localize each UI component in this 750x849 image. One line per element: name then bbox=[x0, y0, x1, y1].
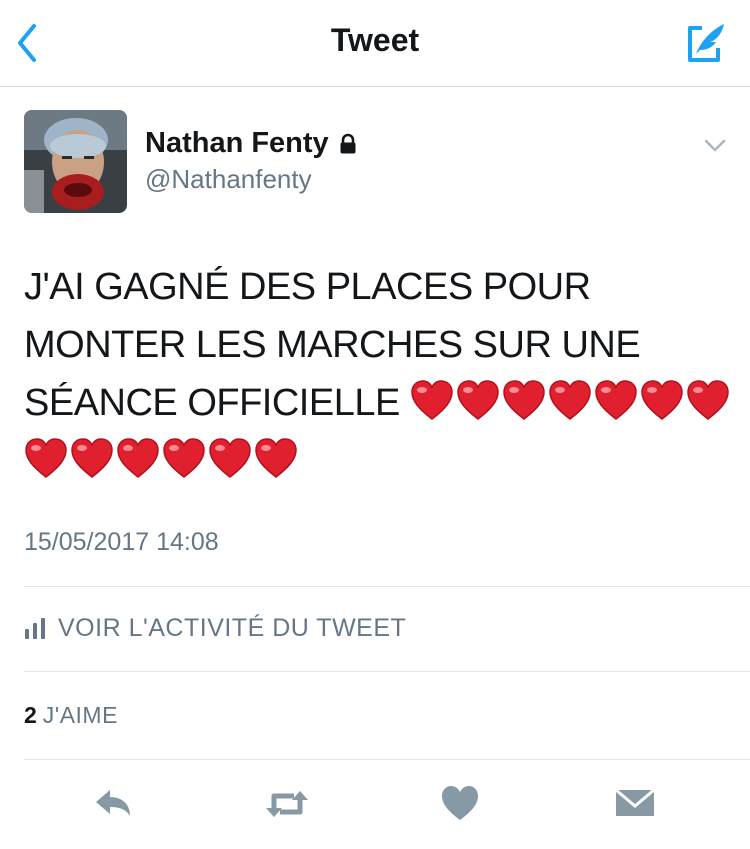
red-heart-emoji bbox=[687, 380, 729, 420]
red-heart-emoji bbox=[163, 438, 205, 478]
tweet-text: J'AI GAGNÉ DES PLACES POUR MONTER LES MA… bbox=[24, 258, 734, 490]
tweet-line: MONTER LES MARCHES SUR UNE bbox=[24, 324, 641, 366]
nav-bar: Tweet bbox=[0, 0, 750, 87]
heart-emoji-group bbox=[24, 432, 734, 490]
red-heart-emoji bbox=[25, 438, 67, 478]
red-heart-emoji bbox=[549, 380, 591, 420]
author-display-name[interactable]: Nathan Fenty bbox=[145, 127, 329, 160]
retweet-icon bbox=[266, 791, 308, 817]
author-handle[interactable]: @Nathanfenty bbox=[145, 164, 312, 195]
author-name-row: Nathan Fenty bbox=[145, 127, 357, 160]
page-title: Tweet bbox=[330, 22, 420, 58]
chevron-down-icon bbox=[704, 139, 726, 152]
red-heart-emoji bbox=[457, 380, 499, 420]
heart-emoji-group bbox=[410, 380, 732, 424]
likes-label: J'AIME bbox=[42, 702, 118, 728]
reply-icon bbox=[96, 790, 130, 816]
red-heart-emoji bbox=[209, 438, 251, 478]
compose-tweet-icon bbox=[688, 24, 724, 62]
red-heart-emoji bbox=[595, 380, 637, 420]
tweet-line: SÉANCE OFFICIELLE bbox=[24, 374, 734, 432]
tweet-timestamp: 15/05/2017 14:08 bbox=[24, 528, 219, 556]
activity-label: VOIR L'ACTIVITÉ DU TWEET bbox=[58, 614, 407, 642]
tweet-line-text: SÉANCE OFFICIELLE bbox=[24, 382, 400, 424]
avatar[interactable] bbox=[24, 110, 127, 213]
tweet-activity-link[interactable]: VOIR L'ACTIVITÉ DU TWEET bbox=[24, 614, 406, 643]
lock-icon bbox=[340, 133, 356, 153]
red-heart-emoji bbox=[71, 438, 113, 478]
reply-button[interactable] bbox=[92, 784, 136, 824]
retweet-button[interactable] bbox=[262, 784, 312, 824]
red-heart-emoji bbox=[641, 380, 683, 420]
red-heart-emoji bbox=[503, 380, 545, 420]
heart-icon bbox=[442, 786, 478, 820]
tweet-options-button[interactable] bbox=[700, 132, 730, 158]
red-heart-emoji bbox=[117, 438, 159, 478]
divider bbox=[24, 671, 750, 672]
envelope-icon bbox=[615, 788, 655, 816]
likes-count: 2 bbox=[24, 702, 37, 728]
red-heart-emoji bbox=[411, 380, 453, 420]
direct-message-button[interactable] bbox=[614, 784, 656, 824]
red-heart-emoji bbox=[255, 438, 297, 478]
tweet-line: J'AI GAGNÉ DES PLACES POUR bbox=[24, 266, 591, 308]
tweet-action-bar bbox=[0, 760, 750, 849]
bar-chart-icon bbox=[25, 617, 45, 639]
compose-button[interactable] bbox=[680, 20, 730, 66]
likes-count-link[interactable]: 2 J'AIME bbox=[24, 702, 118, 729]
divider bbox=[24, 586, 750, 587]
like-button[interactable] bbox=[440, 784, 480, 824]
